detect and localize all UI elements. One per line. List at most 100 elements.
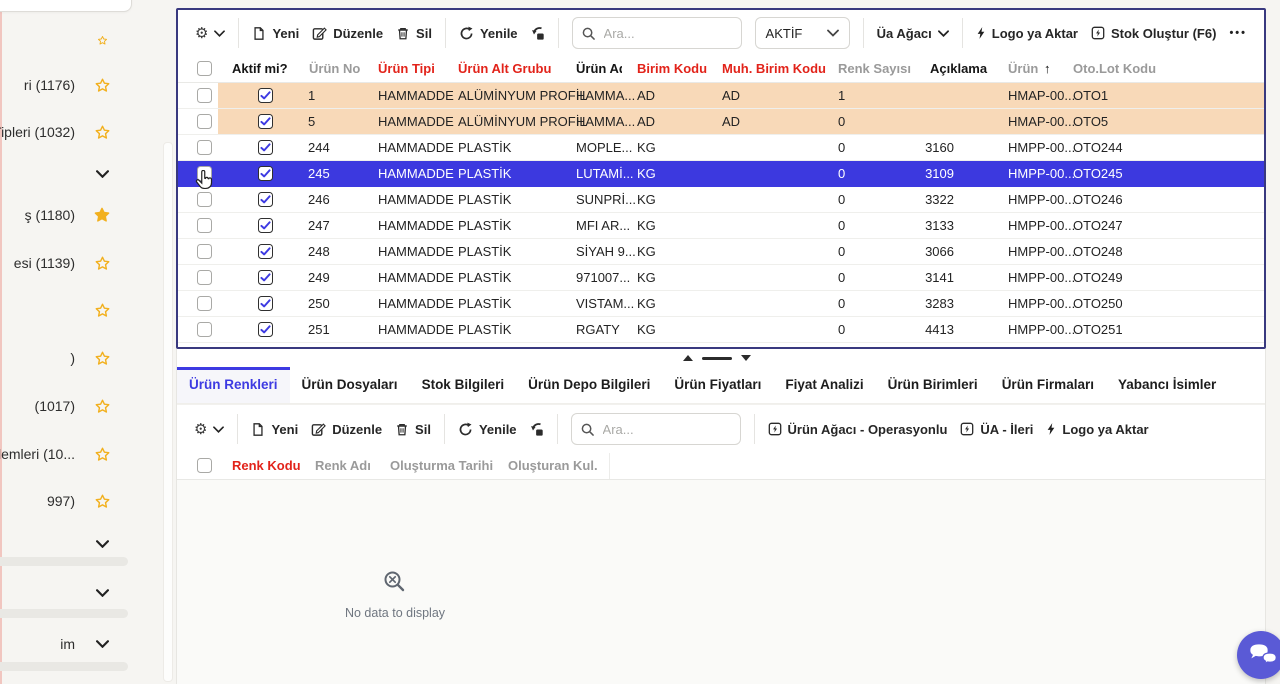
favorite-star-outline-icon[interactable] (93, 349, 111, 367)
column-header[interactable]: Renk Sayısı (838, 56, 911, 82)
tab-fiyat-analizi[interactable]: Fiyat Analizi (773, 367, 875, 403)
row-select-checkbox[interactable] (197, 218, 212, 233)
sidebar-item[interactable]: Tipleri (1032) (0, 122, 128, 142)
column-header[interactable]: Birim Kodu (637, 56, 707, 82)
sort-ascending-icon[interactable]: ↑ (1044, 56, 1051, 82)
table-row[interactable]: 247HAMMADDEPLASTİKMFI AR...KG03133HMPP-0… (178, 213, 1264, 239)
column-header[interactable]: Açıklama (930, 56, 987, 82)
column-header[interactable]: Muh. Birim Kodu (722, 56, 826, 82)
favorite-star-outline-icon[interactable] (93, 254, 111, 272)
aktif-mi-checkbox[interactable] (258, 218, 273, 233)
sidebar-section-divider[interactable] (0, 557, 128, 566)
favorite-star-outline-icon[interactable] (93, 76, 111, 94)
new-button[interactable]: Yeni (252, 26, 299, 41)
tab-yabanc-i-simler[interactable]: Yabancı İsimler (1106, 367, 1228, 403)
table-row[interactable]: 248HAMMADDEPLASTİKSİYAH 9...KG03066HMPP-… (178, 239, 1264, 265)
detail-edit-button[interactable]: Düzenle (311, 422, 382, 437)
sidebar-item[interactable]: ş (1180) (0, 205, 128, 225)
tab--r-n-fiyatlar-[interactable]: Ürün Fiyatları (662, 367, 773, 403)
detail-search-input[interactable] (601, 421, 731, 438)
row-select-checkbox[interactable] (197, 322, 212, 337)
detail-export-logo-button[interactable]: Logo ya Aktar (1046, 422, 1148, 437)
chevron-down-icon[interactable] (93, 635, 111, 653)
sidebar-item[interactable] (0, 30, 128, 50)
grid-settings-button[interactable]: ⚙ (195, 26, 225, 41)
more-options-button[interactable]: ••• (1229, 27, 1247, 39)
subgrid-column-header[interactable]: Renk Adı (315, 453, 371, 479)
sidebar-item[interactable] (0, 583, 128, 603)
tab--r-n-renkleri[interactable]: Ürün Renkleri (177, 367, 290, 403)
detail-refresh-button[interactable]: Yenile (458, 422, 517, 437)
sidebar-item[interactable]: ) (0, 348, 128, 368)
subgrid-column-header[interactable]: Renk Kodu (232, 453, 301, 479)
table-row[interactable]: 245HAMMADDEPLASTİKLUTAMİ...KG03109HMPP-0… (178, 161, 1264, 187)
subgrid-select-all-checkbox[interactable] (197, 458, 212, 473)
sidebar-item[interactable]: (1017) (0, 396, 128, 416)
table-row[interactable]: 1HAMMADDEALÜMİNYUM PROFİLHAMMA...ADAD1HM… (178, 83, 1264, 109)
grid-search-input[interactable] (602, 25, 732, 42)
ua-tree-button[interactable]: Üa Ağacı (877, 26, 949, 41)
sidebar-item[interactable] (0, 164, 128, 184)
favorite-star-outline-icon[interactable] (93, 301, 111, 319)
aktif-mi-checkbox[interactable] (258, 192, 273, 207)
column-header[interactable]: Aktif mi? (232, 56, 288, 82)
edit-button[interactable]: Düzenle (312, 26, 383, 41)
aktif-mi-checkbox[interactable] (258, 244, 273, 259)
table-row[interactable]: 244HAMMADDEPLASTİKMOPLE...KG03160HMPP-00… (178, 135, 1264, 161)
column-header[interactable]: Ürün (1008, 56, 1039, 82)
chat-widget-button[interactable] (1237, 631, 1280, 679)
tab--r-n-depo-bilgileri[interactable]: Ürün Depo Bilgileri (516, 367, 662, 403)
sidebar-item[interactable] (0, 534, 128, 554)
row-select-checkbox[interactable] (197, 296, 212, 311)
product-tree-ops-button[interactable]: Ürün Ağacı - Operasyonlu (768, 422, 948, 437)
select-all-checkbox[interactable] (197, 61, 212, 76)
detail-new-button[interactable]: Yeni (251, 422, 298, 437)
subgrid-column-header[interactable]: Oluşturan Kul. (508, 453, 598, 479)
export-logo-button[interactable]: Logo ya Aktar (976, 26, 1078, 41)
detail-search-box[interactable] (571, 413, 741, 445)
favorite-star-outline-icon[interactable] (93, 492, 111, 510)
row-select-checkbox[interactable] (197, 140, 212, 155)
sidebar-item[interactable]: 997) (0, 491, 128, 511)
status-filter-select[interactable]: AKTİF (755, 17, 850, 49)
detail-settings-button[interactable]: ⚙ (194, 422, 224, 437)
chevron-down-icon[interactable] (93, 584, 111, 602)
aktif-mi-checkbox[interactable] (258, 270, 273, 285)
row-select-checkbox[interactable] (197, 88, 212, 103)
splitter-handle[interactable] (702, 357, 732, 360)
column-header[interactable]: Ürün No (309, 56, 360, 82)
aktif-mi-checkbox[interactable] (258, 322, 273, 337)
row-select-checkbox[interactable] (197, 270, 212, 285)
detail-delete-button[interactable]: Sil (395, 422, 431, 437)
favorite-star-outline-icon[interactable] (93, 445, 111, 463)
table-row[interactable]: 5HAMMADDEALÜMİNYUM PROFİLHAMMA...ADAD0HM… (178, 109, 1264, 135)
favorite-star-outline-icon[interactable] (93, 123, 111, 141)
aktif-mi-checkbox[interactable] (258, 166, 273, 181)
sidebar-item[interactable] (0, 300, 128, 320)
aktif-mi-checkbox[interactable] (258, 296, 273, 311)
aktif-mi-checkbox[interactable] (258, 114, 273, 129)
tab--r-n-firmalar-[interactable]: Ürün Firmaları (990, 367, 1106, 403)
table-row[interactable]: 250HAMMADDEPLASTİKVISTAM...KG03283HMPP-0… (178, 291, 1264, 317)
tab--r-n-dosyalar-[interactable]: Ürün Dosyaları (290, 367, 410, 403)
aktif-mi-checkbox[interactable] (258, 140, 273, 155)
row-select-checkbox[interactable] (197, 114, 212, 129)
ua-advanced-button[interactable]: ÜA - İleri (960, 422, 1033, 437)
tab--r-n-birimleri[interactable]: Ürün Birimleri (876, 367, 990, 403)
grid-search-box[interactable] (572, 17, 742, 49)
sidebar-item[interactable]: ri (1176) (0, 75, 128, 95)
column-header[interactable]: Ürün Alt Grubu (458, 56, 551, 82)
splitter-collapse-down-icon[interactable] (741, 355, 751, 361)
tab-stok-bilgileri[interactable]: Stok Bilgileri (410, 367, 517, 403)
sidebar-item[interactable]: esi (1139) (0, 253, 128, 273)
subgrid-column-header[interactable]: Oluşturma Tarihi (390, 453, 493, 479)
table-row[interactable]: 249HAMMADDEPLASTİK971007...KG03141HMPP-0… (178, 265, 1264, 291)
row-select-checkbox[interactable] (197, 244, 212, 259)
detail-revert-layout-button[interactable] (530, 422, 544, 437)
sidebar-section-divider[interactable] (0, 609, 128, 618)
column-header[interactable]: Oto.Lot Kodu (1073, 56, 1156, 82)
aktif-mi-checkbox[interactable] (258, 88, 273, 103)
sidebar-section-divider[interactable] (0, 662, 128, 671)
sidebar-item[interactable]: im (0, 634, 128, 654)
favorite-star-filled-icon[interactable] (93, 206, 111, 224)
